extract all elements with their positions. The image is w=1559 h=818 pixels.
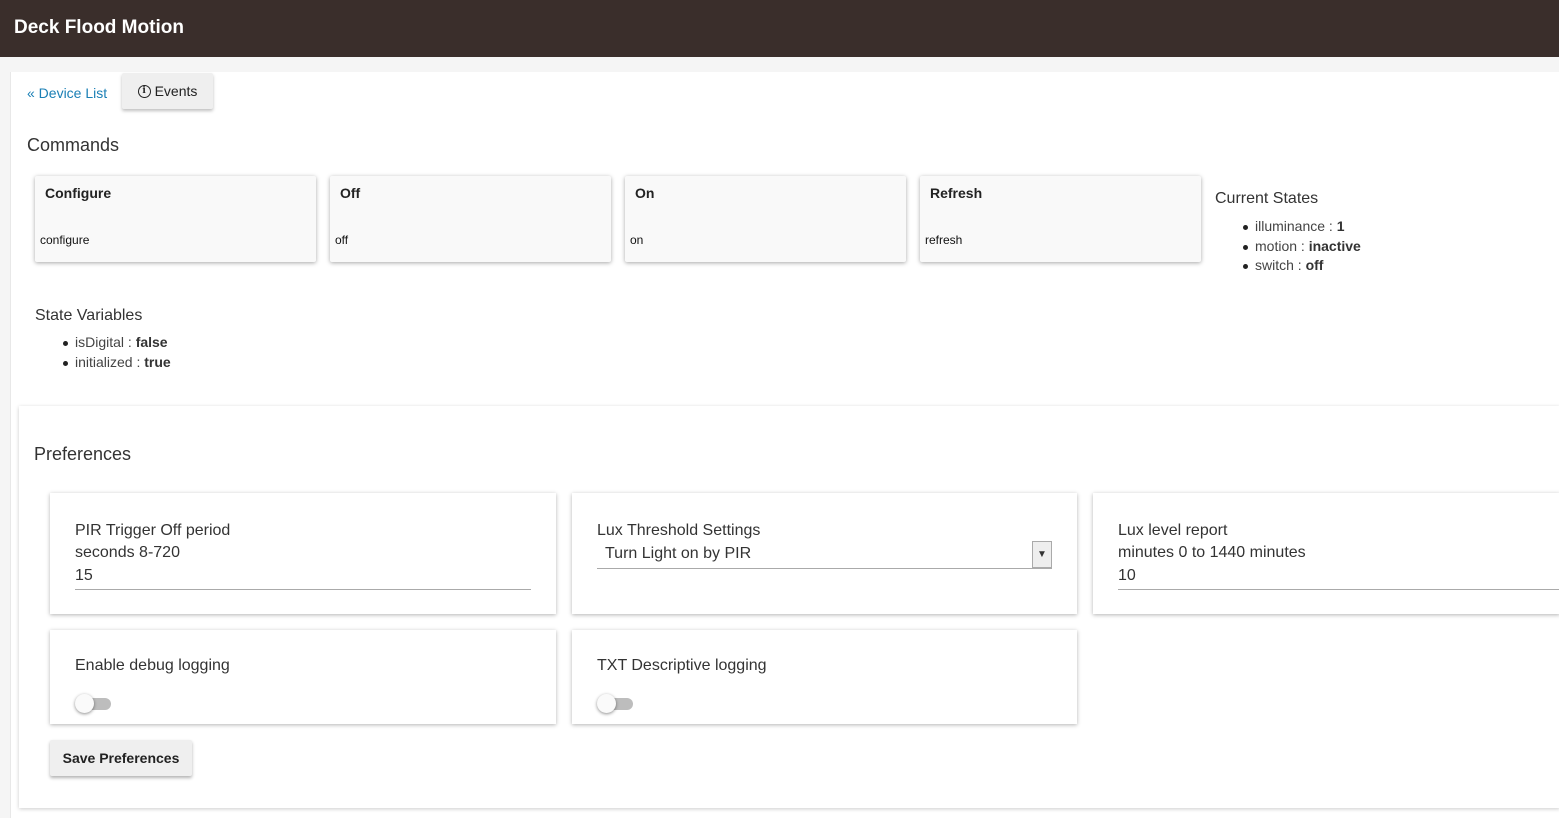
command-method: refresh [925, 233, 963, 247]
pir-trigger-input[interactable]: 15 [75, 565, 531, 590]
top-bar: Deck Flood Motion [0, 0, 1559, 57]
pref-txt-logging: TXT Descriptive logging [572, 630, 1077, 724]
pref-pir-trigger: PIR Trigger Off period seconds 8-720 15 [50, 493, 556, 614]
command-name: Configure [45, 185, 112, 201]
txt-logging-toggle[interactable] [597, 694, 635, 713]
events-button-label: Events [154, 83, 198, 99]
command-method: off [335, 233, 349, 247]
lux-threshold-select[interactable]: Turn Light on by PIR ▼ [597, 541, 1052, 569]
command-name: On [635, 185, 655, 201]
toggle-knob [75, 694, 94, 713]
pref-label: Enable debug logging [75, 657, 230, 674]
pref-lux-report: Lux level report minutes 0 to 1440 minut… [1093, 493, 1559, 614]
pref-label: TXT Descriptive logging [597, 657, 767, 674]
events-button[interactable]: i Events [122, 73, 213, 109]
command-refresh[interactable]: Refresh refresh [920, 176, 1201, 262]
select-value: Turn Light on by PIR [605, 545, 752, 562]
device-list-link[interactable]: « Device List [27, 85, 107, 101]
state-item-illuminance: illuminance : 1 [1215, 217, 1361, 237]
pref-label: Lux level report minutes 0 to 1440 minut… [1118, 522, 1306, 561]
state-variables: State Variables isDigital : false initia… [35, 307, 171, 372]
command-off[interactable]: Off off [330, 176, 611, 262]
lux-report-input[interactable]: 10 [1118, 565, 1559, 590]
preferences-heading: Preferences [34, 444, 132, 464]
pref-lux-threshold: Lux Threshold Settings Turn Light on by … [572, 493, 1077, 614]
debug-logging-toggle[interactable] [75, 694, 113, 713]
commands-heading: Commands [27, 135, 120, 155]
state-var-initialized: initialized : true [35, 353, 171, 373]
command-configure[interactable]: Configure configure [35, 176, 316, 262]
info-circle-icon: i [137, 84, 151, 98]
preferences-panel: Preferences PIR Trigger Off period secon… [19, 406, 1559, 808]
current-states-heading: Current States [1215, 190, 1319, 207]
command-name: Off [340, 185, 361, 201]
toggle-knob [597, 694, 616, 713]
command-on[interactable]: On on [625, 176, 906, 262]
pref-debug-logging: Enable debug logging [50, 630, 556, 724]
command-method: configure [40, 233, 90, 247]
device-page: « Device List i Events Commands Configur… [10, 72, 1559, 818]
device-title: Deck Flood Motion [14, 17, 184, 38]
state-variables-heading: State Variables [35, 307, 143, 324]
pref-label: Lux Threshold Settings [597, 522, 761, 539]
state-item-switch: switch : off [1215, 256, 1361, 276]
save-preferences-button[interactable]: Save Preferences [50, 740, 192, 776]
command-name: Refresh [930, 185, 983, 201]
current-states: Current States illuminance : 1 motion : … [1215, 190, 1361, 276]
chevron-down-icon: ▼ [1032, 541, 1052, 568]
state-var-isdigital: isDigital : false [35, 333, 171, 353]
state-item-motion: motion : inactive [1215, 237, 1361, 257]
pref-label: PIR Trigger Off period seconds 8-720 [75, 522, 231, 561]
command-method: on [630, 233, 644, 247]
